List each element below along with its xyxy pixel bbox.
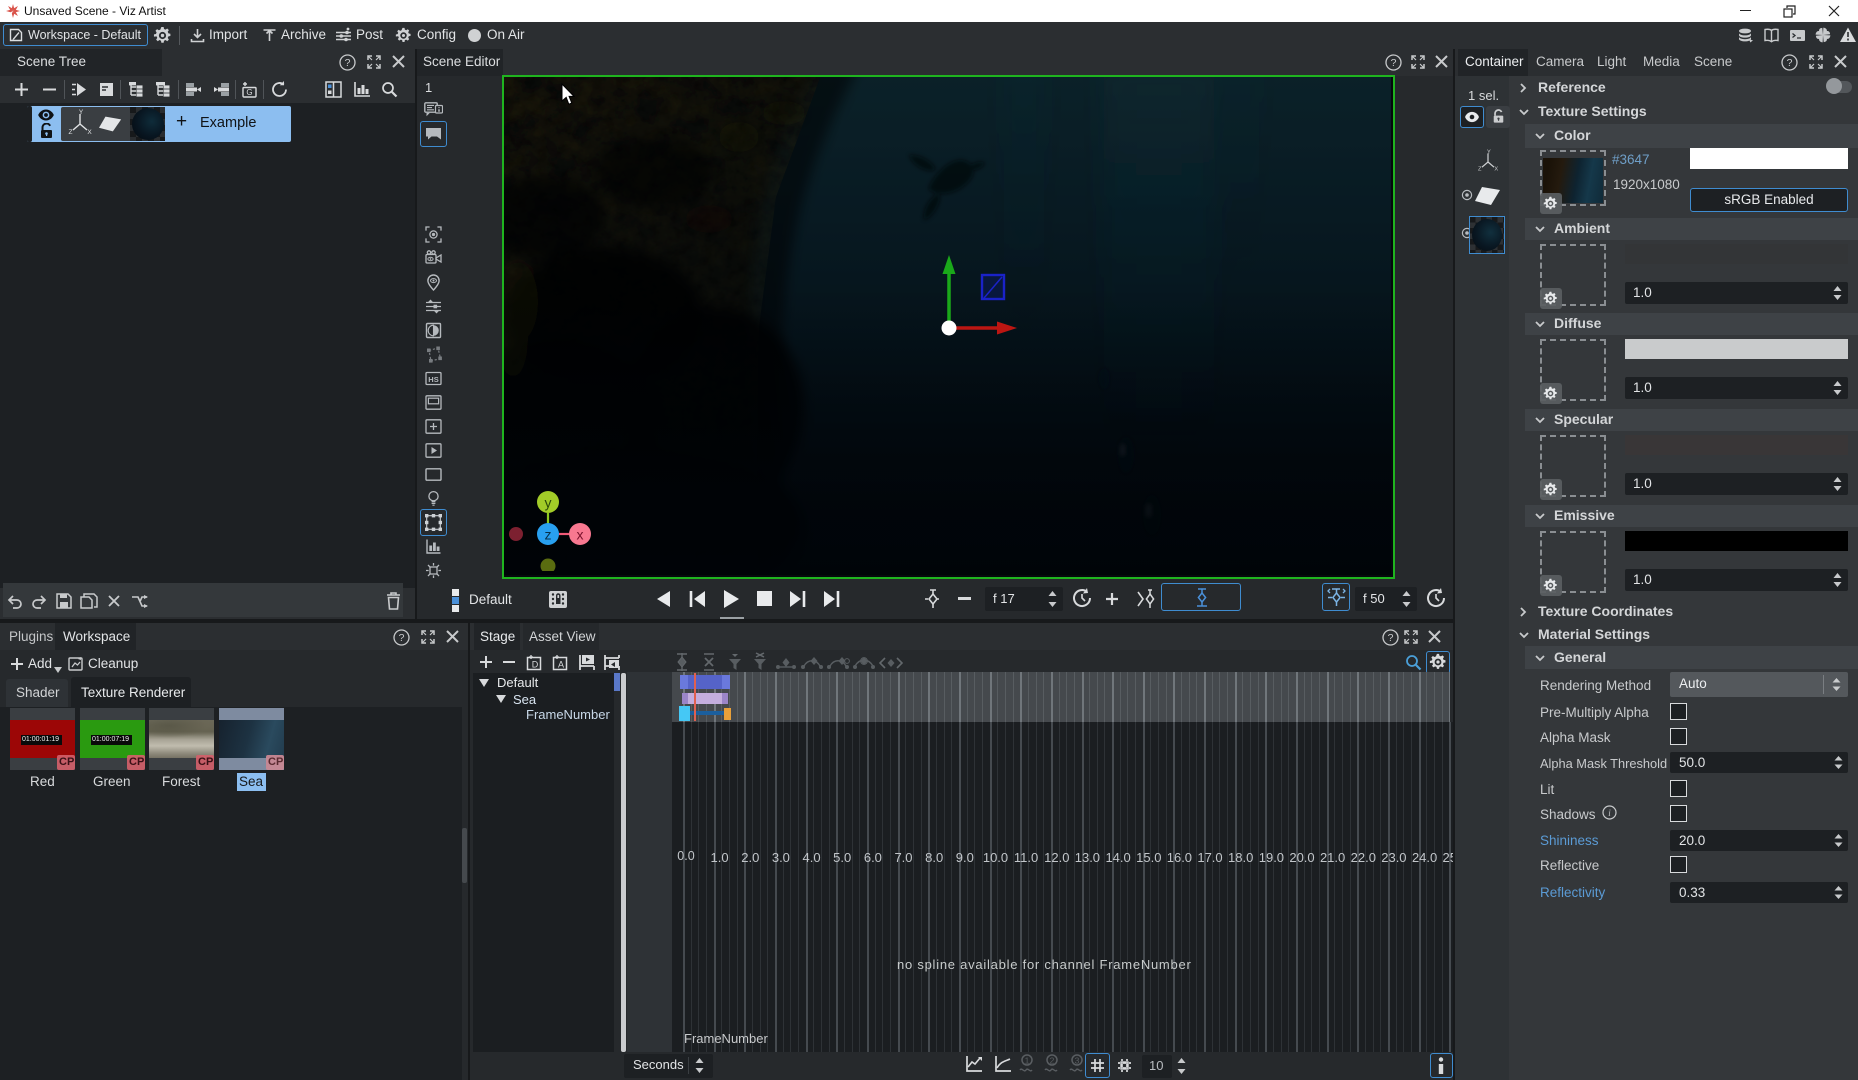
svg-text:X: X <box>1494 167 1498 173</box>
svg-text:x: x <box>577 527 584 543</box>
svg-text:X: X <box>87 129 92 136</box>
svg-text:y: y <box>545 495 552 511</box>
svg-text:Y: Y <box>79 109 84 116</box>
svg-text:Z: Z <box>1478 167 1482 173</box>
svg-text:HS: HS <box>428 375 438 384</box>
svg-text:z: z <box>545 527 552 543</box>
svg-text:?: ? <box>1388 632 1394 644</box>
svg-text:?: ? <box>1787 57 1793 69</box>
svg-text:Y: Y <box>1487 149 1491 155</box>
svg-text:D: D <box>532 660 539 670</box>
svg-text:Z: Z <box>69 129 73 136</box>
svg-text:i: i <box>1608 808 1611 818</box>
svg-text:3: 3 <box>1075 1056 1080 1066</box>
svg-text:1: 1 <box>1025 1056 1030 1066</box>
svg-text:?: ? <box>1391 57 1397 69</box>
svg-text:G: G <box>246 88 252 97</box>
svg-text:?: ? <box>345 57 351 69</box>
svg-text:?: ? <box>399 632 405 644</box>
svg-text:2: 2 <box>1050 1056 1055 1066</box>
svg-text:A: A <box>558 660 564 670</box>
